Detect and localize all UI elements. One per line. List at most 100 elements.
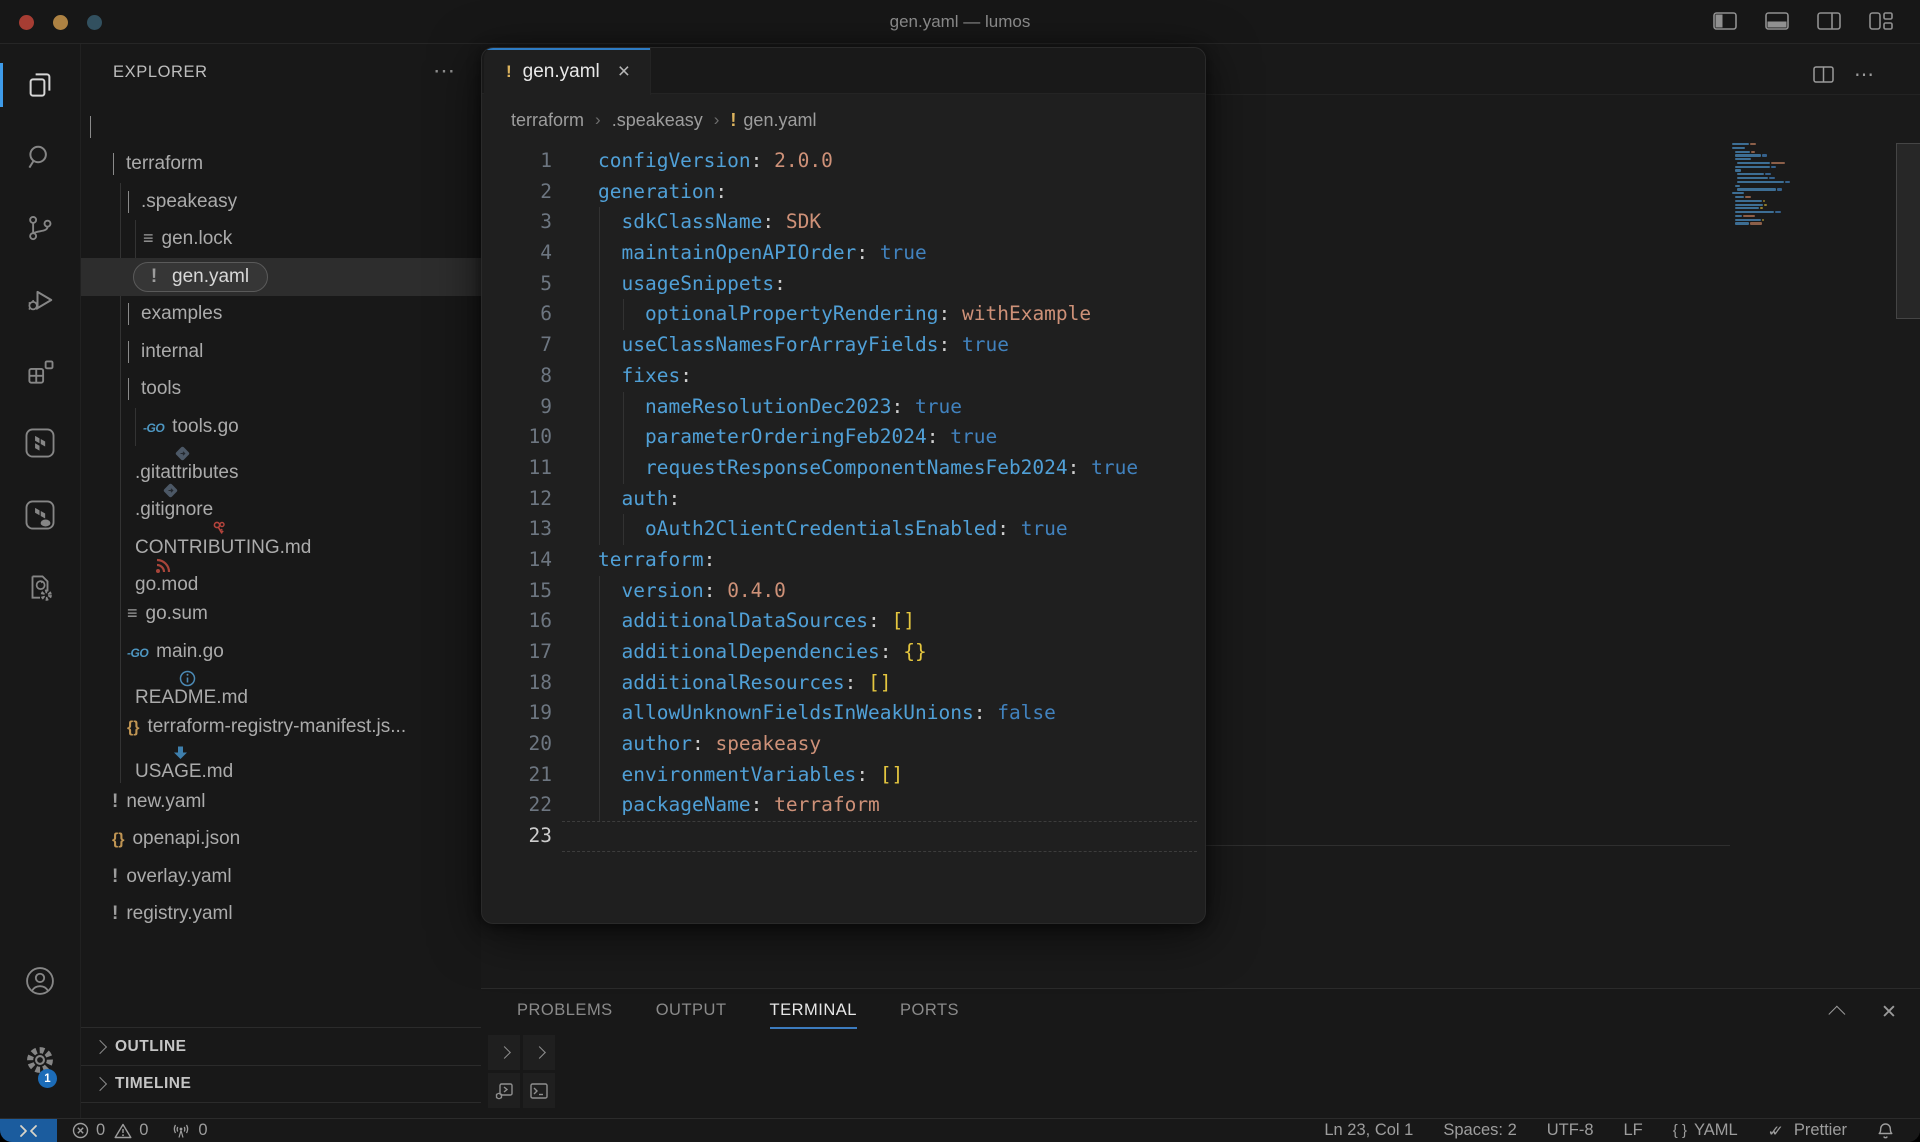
tree-item-tools[interactable]: tools xyxy=(81,371,481,409)
line-number: 3 xyxy=(540,210,552,234)
code-line-6: 6 optionalPropertyRendering: withExample xyxy=(482,299,1205,331)
activity-bar: 1 xyxy=(0,44,81,1118)
code-line-2: 2 generation: xyxy=(482,177,1205,208)
code-line-5: 5 usageSnippets: xyxy=(482,268,1205,300)
status-lf[interactable]: LF xyxy=(1624,1121,1643,1140)
status-broadcast[interactable]: 0 xyxy=(171,1121,208,1140)
code-editor[interactable]: 1 configVersion: 2.0.0 2 generation: 3 sdkCla… xyxy=(482,146,1205,852)
toggle-panel-icon[interactable] xyxy=(1762,8,1792,34)
tree-item-README.md[interactable]: README.md xyxy=(81,670,481,709)
breadcrumb-item-terraform[interactable]: terraform xyxy=(511,110,584,131)
tree-item-overlay.yaml[interactable]: ! overlay.yaml xyxy=(81,858,481,896)
search-icon[interactable] xyxy=(13,131,67,183)
tree-item-label: tools.go xyxy=(172,415,239,437)
tree-item-terraform-registry-manifest.js...[interactable]: {} terraform-registry-manifest.js... xyxy=(81,708,481,746)
toggle-secondary-sidebar-icon[interactable] xyxy=(1814,8,1844,34)
status-spaces-2[interactable]: Spaces: 2 xyxy=(1443,1121,1516,1140)
split-editor-icon[interactable] xyxy=(1807,61,1839,87)
tree-item-internal[interactable]: internal xyxy=(81,333,481,371)
status-yaml[interactable]: { } YAML xyxy=(1673,1121,1738,1140)
close-tab-icon[interactable]: × xyxy=(618,60,630,84)
minimap-slider[interactable] xyxy=(1896,143,1920,319)
status-prettier[interactable]: ✓✓ Prettier xyxy=(1768,1121,1847,1140)
line-number: 1 xyxy=(540,149,552,172)
tree-item-main.go[interactable]: -GO main.go xyxy=(81,633,481,671)
tree-item-label: internal xyxy=(141,340,204,362)
panel-tab-output[interactable]: OUTPUT xyxy=(656,989,727,1031)
panel-icon-cluster xyxy=(488,1035,555,1108)
line-number: 5 xyxy=(540,271,552,295)
extensions-icon[interactable] xyxy=(13,346,67,398)
tree-item-label: gen.lock xyxy=(161,228,233,250)
new-terminal-icon[interactable] xyxy=(523,1073,555,1108)
notifications-bell-icon[interactable] xyxy=(1877,1122,1894,1140)
tree-item-go.mod[interactable]: go.mod xyxy=(81,558,481,596)
tree-item-.gitignore[interactable]: .gitignore xyxy=(81,483,481,521)
status-error[interactable]: 0 xyxy=(72,1121,105,1140)
tree-item-.speakeasy[interactable]: .speakeasy xyxy=(81,183,481,221)
code-line-21: 21 environmentVariables: [] xyxy=(482,759,1205,791)
terraform-icon[interactable] xyxy=(13,417,67,469)
tree-item-USAGE.md[interactable]: USAGE.md xyxy=(81,746,481,784)
toggle-primary-sidebar-icon[interactable] xyxy=(1710,8,1740,34)
list-file-icon: ≡ xyxy=(143,228,154,249)
tree-item-registry.yaml[interactable]: ! registry.yaml xyxy=(81,896,481,934)
breadcrumb-item-gen.yaml[interactable]: ! gen.yaml xyxy=(730,110,816,131)
run-and-debug-icon[interactable] xyxy=(13,274,67,326)
tree-item-terraform[interactable]: terraform xyxy=(81,146,481,184)
accounts-icon[interactable] xyxy=(13,955,67,1007)
panel-tab-terminal[interactable]: TERMINAL xyxy=(769,989,858,1031)
timeline-section-header[interactable]: TIMELINE xyxy=(81,1065,481,1103)
explorer-icon[interactable] xyxy=(13,59,67,111)
tree-item-go.sum[interactable]: ≡ go.sum xyxy=(81,596,481,634)
line-number: 8 xyxy=(540,363,552,387)
yaml-file-icon: ! xyxy=(112,790,119,812)
tree-item-examples[interactable]: examples xyxy=(81,296,481,334)
tree-item-openapi.json[interactable]: {} openapi.json xyxy=(81,821,481,859)
minimap[interactable] xyxy=(1732,143,1812,226)
chevron-right-icon[interactable] xyxy=(523,1035,555,1070)
code-line-13: 13 oAuth2ClientCredentialsEnabled: true xyxy=(482,514,1205,545)
code-line-19: 19 allowUnknownFieldsInWeakUnions: false xyxy=(482,698,1205,730)
maximize-panel-icon[interactable] xyxy=(1825,999,1853,1025)
code-config-icon[interactable] xyxy=(13,561,67,613)
status-utf-8[interactable]: UTF-8 xyxy=(1547,1121,1594,1140)
tree-item-label: .gitattributes xyxy=(135,461,239,483)
settings-icon[interactable]: 1 xyxy=(13,1034,67,1088)
tree-item-label: examples xyxy=(141,303,223,325)
status-warning[interactable]: 0 xyxy=(114,1121,148,1140)
editor-panel: ! gen.yaml × terraform › .speakeasy ›! gen.y… xyxy=(481,47,1206,924)
panel-tab-ports[interactable]: PORTS xyxy=(900,989,959,1031)
tree-item-label: go.sum xyxy=(145,603,208,625)
tree-item-label: .gitignore xyxy=(135,499,214,521)
editor-more-actions-icon[interactable]: ⋯ xyxy=(1848,61,1880,87)
git-file-icon xyxy=(127,482,213,499)
close-panel-icon[interactable]: ✕ xyxy=(1875,999,1903,1025)
chevron-right-icon[interactable] xyxy=(488,1035,520,1070)
chevron-down-icon xyxy=(113,153,114,176)
line-number: 18 xyxy=(528,670,552,694)
debug-console-icon[interactable] xyxy=(488,1073,520,1108)
tab-gen-yaml[interactable]: ! gen.yaml × xyxy=(484,48,652,95)
tree-item-gen.yaml[interactable]: ! gen.yaml xyxy=(81,258,481,296)
source-control-icon[interactable] xyxy=(13,202,67,254)
tree-item-project-root[interactable] xyxy=(81,108,481,146)
tree-item-label: terraform xyxy=(126,153,204,175)
tree-item-gen.lock[interactable]: ≡ gen.lock xyxy=(81,221,481,259)
tree-item-label: registry.yaml xyxy=(126,903,233,925)
go-file-icon: -GO xyxy=(127,645,149,660)
tree-item-tools.go[interactable]: -GO tools.go xyxy=(81,408,481,446)
explorer-more-actions-icon[interactable]: ⋯ xyxy=(433,58,457,84)
tree-item-CONTRIBUTING.md[interactable]: CONTRIBUTING.md xyxy=(81,521,481,559)
remote-indicator[interactable] xyxy=(0,1119,57,1142)
chevron-right-icon xyxy=(92,1076,108,1092)
tree-item-new.yaml[interactable]: ! new.yaml xyxy=(81,783,481,821)
outline-section-header[interactable]: OUTLINE xyxy=(81,1027,481,1065)
panel-tab-problems[interactable]: PROBLEMS xyxy=(517,989,613,1031)
terraform-cloud-icon[interactable] xyxy=(13,489,67,541)
status-ln-23-col-1[interactable]: Ln 23, Col 1 xyxy=(1324,1121,1413,1140)
tree-item-.gitattributes[interactable]: .gitattributes xyxy=(81,446,481,484)
breadcrumb-item-.speakeasy[interactable]: .speakeasy xyxy=(612,110,703,131)
customize-layout-icon[interactable] xyxy=(1866,8,1896,34)
line-number: 17 xyxy=(528,640,552,663)
